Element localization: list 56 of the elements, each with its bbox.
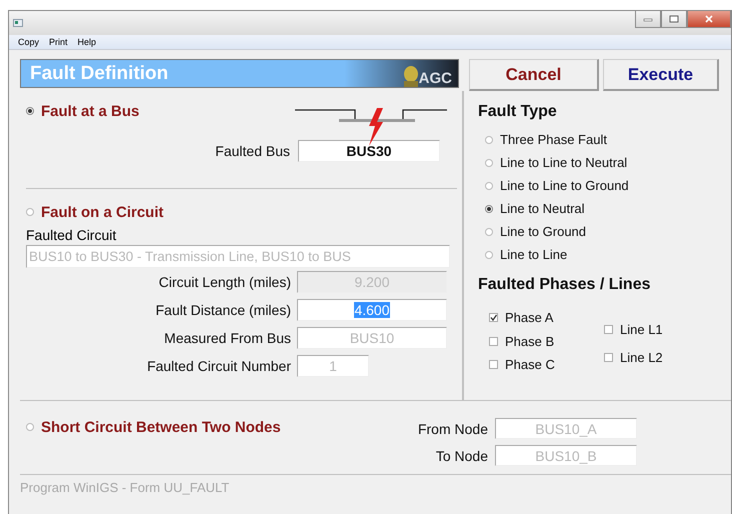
section-option-label: Fault on a Circuit	[41, 204, 164, 220]
radio-button[interactable]	[485, 228, 493, 236]
section-option-label: Fault at a Bus	[41, 102, 140, 120]
logo-text: AGC	[418, 70, 452, 87]
faulted-bus-field[interactable]: BUS30	[298, 140, 440, 162]
radio-label: Three Phase Fault	[500, 132, 607, 147]
radio-button[interactable]	[485, 250, 493, 258]
maximize-icon	[669, 15, 679, 23]
action-button[interactable]: Execute	[603, 59, 719, 91]
menu-item[interactable]: Help	[78, 37, 96, 47]
radio-button[interactable]	[26, 423, 34, 431]
action-button[interactable]: Cancel	[469, 59, 599, 91]
checkbox[interactable]	[604, 352, 613, 362]
field-label: Faulted Circuit Number	[146, 358, 291, 374]
header-title: Fault Definition	[30, 62, 168, 84]
checkbox-label: Phase C	[505, 357, 555, 372]
field-label: Measured From Bus	[163, 330, 291, 346]
checkbox-label: Line L1	[620, 322, 663, 336]
minimize-icon	[643, 16, 653, 22]
faulted-circuit-field[interactable]: BUS10 to BUS30 - Transmission Line, BUS10 to BUS	[26, 245, 450, 268]
radio-button[interactable]	[26, 208, 34, 216]
radio-button[interactable]	[485, 158, 493, 166]
checkbox[interactable]	[604, 324, 613, 334]
checkbox-label: Phase A	[505, 310, 554, 326]
app-icon	[13, 19, 23, 27]
radio-label: Line to Line to Ground	[500, 178, 629, 193]
checkbox-label: Line L2	[620, 350, 663, 364]
radio-button[interactable]	[26, 107, 34, 115]
checkbox-label: Phase B	[505, 334, 554, 349]
menu-item[interactable]: Print	[49, 37, 68, 47]
input-field[interactable]: 4.600	[297, 299, 447, 321]
section-option-label: Short Circuit Between Two Nodes	[41, 418, 281, 436]
maximize-button[interactable]	[661, 11, 687, 28]
field-label: To Node	[434, 448, 488, 464]
radio-label: Line to Line to Neutral	[500, 155, 628, 170]
group-title: Faulted Phases / Lines	[478, 276, 652, 294]
field-label: Circuit Length (miles)	[158, 274, 291, 290]
field-label: From Node	[416, 420, 488, 436]
radio-button[interactable]	[485, 182, 493, 190]
status-text: Program WinIGS - Form UU_FAULT	[20, 479, 230, 495]
field-label: Fault Distance (miles)	[154, 302, 291, 318]
field-label: Faulted Bus	[214, 143, 290, 159]
radio-label: Line to Neutral	[500, 201, 585, 216]
close-button[interactable]	[687, 11, 731, 28]
radio-label: Line to Ground	[500, 224, 586, 239]
group-title: Fault Type	[478, 103, 558, 121]
field-label: Faulted Circuit	[26, 227, 118, 243]
checkbox[interactable]	[489, 360, 498, 370]
checkbox[interactable]	[489, 336, 498, 346]
radio-button[interactable]	[485, 136, 493, 144]
minimize-button[interactable]	[635, 11, 661, 28]
menu-item[interactable]: Copy	[18, 37, 40, 47]
checkbox[interactable]	[489, 313, 498, 322]
radio-label: Line to Line	[500, 247, 568, 262]
radio-button[interactable]	[485, 204, 493, 212]
close-icon	[704, 15, 714, 23]
